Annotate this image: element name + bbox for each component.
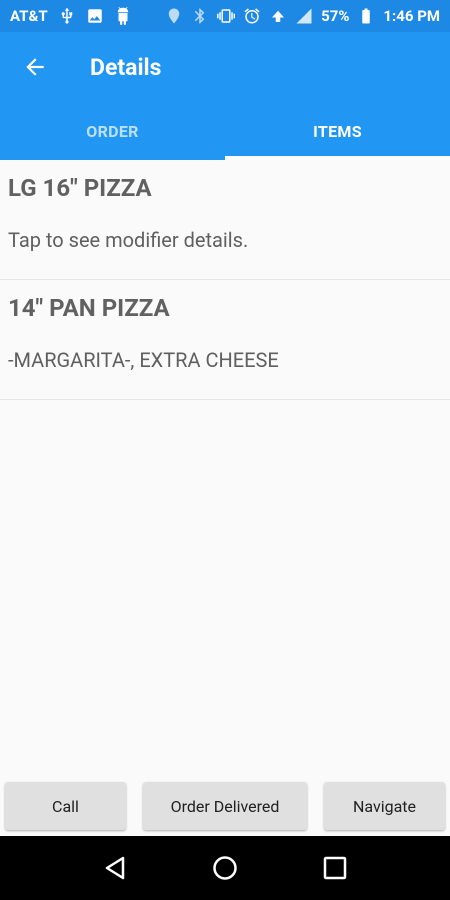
recents-square-icon (323, 856, 347, 880)
item-title: LG 16" PIZZA (8, 174, 152, 202)
nav-recents-button[interactable] (311, 844, 359, 892)
back-triangle-icon (105, 856, 125, 880)
item-description: Tap to see modifier details. (8, 228, 249, 252)
tab-order[interactable]: ORDER (0, 102, 225, 160)
clock: 1:46 PM (383, 7, 440, 25)
signal-icon (295, 7, 313, 25)
list-item[interactable]: LG 16" PIZZA Tap to see modifier details… (0, 160, 450, 280)
image-icon (86, 7, 104, 25)
bluetooth-icon (191, 7, 209, 25)
navigate-button[interactable]: Navigate (324, 782, 445, 830)
tab-bar: ORDER ITEMS (0, 102, 450, 160)
items-list: LG 16" PIZZA Tap to see modifier details… (0, 160, 450, 400)
action-button-row: Call Order Delivered Navigate (0, 782, 450, 832)
battery-percent: 57% (321, 7, 350, 25)
battery-icon (357, 7, 375, 25)
status-right: 57% 1:46 PM (165, 7, 440, 25)
android-icon (114, 7, 132, 25)
item-title: 14" PAN PIZZA (8, 294, 170, 322)
order-delivered-button[interactable]: Order Delivered (143, 782, 307, 830)
page-title: Details (90, 53, 162, 81)
home-circle-icon (213, 856, 237, 880)
location-icon (165, 7, 183, 25)
list-item[interactable]: 14" PAN PIZZA -MARGARITA-, EXTRA CHEESE (0, 280, 450, 400)
arrow-left-icon (26, 58, 44, 76)
nav-back-button[interactable] (91, 844, 139, 892)
vibrate-icon (217, 7, 236, 25)
carrier-label: AT&T (10, 7, 48, 25)
call-button[interactable]: Call (5, 782, 126, 830)
data-icon (269, 7, 287, 25)
status-bar: AT&T 57% 1:46 PM (0, 0, 450, 32)
nav-home-button[interactable] (201, 844, 249, 892)
app-bar: Details (0, 32, 450, 102)
status-left: AT&T (10, 7, 132, 25)
item-description: -MARGARITA-, EXTRA CHEESE (8, 348, 279, 372)
alarm-icon (243, 7, 261, 25)
system-nav-bar (0, 836, 450, 900)
tab-items[interactable]: ITEMS (225, 102, 450, 160)
usb-icon (58, 7, 76, 25)
back-button[interactable] (0, 32, 70, 102)
